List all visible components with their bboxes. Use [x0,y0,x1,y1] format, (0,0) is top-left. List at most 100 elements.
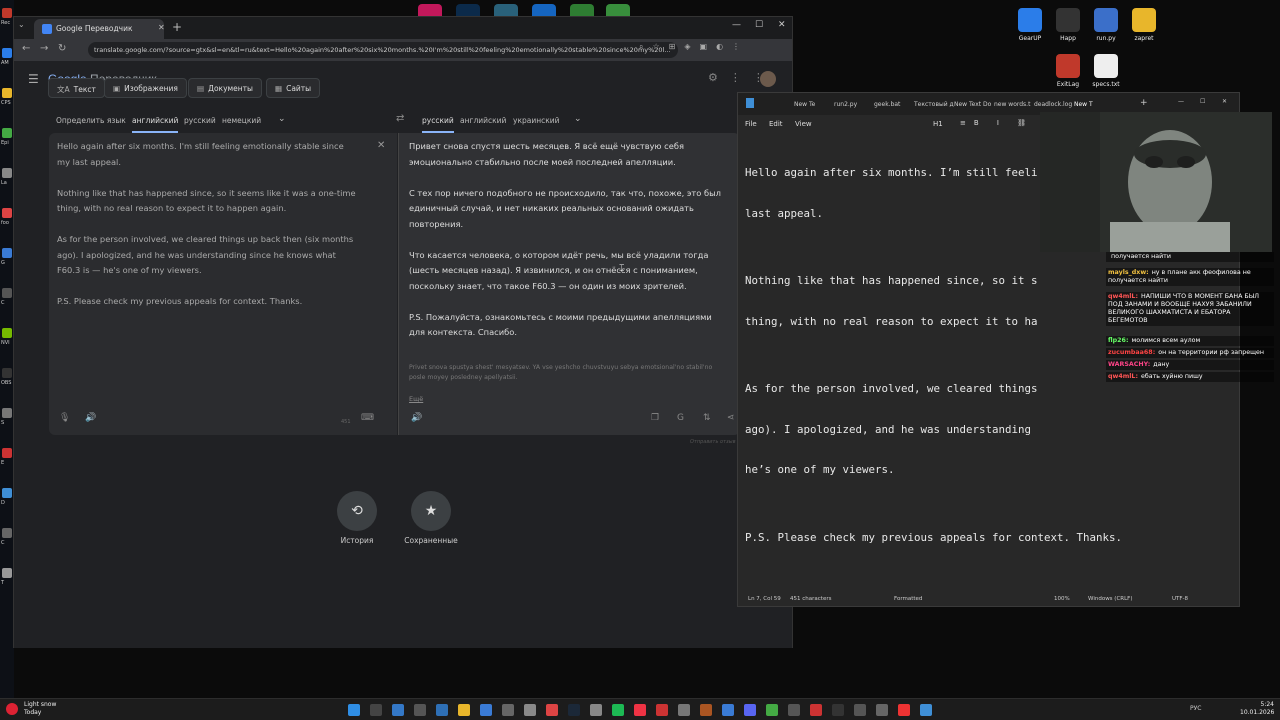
forward-icon[interactable]: → [40,43,48,54]
desktop-shortcut-icon[interactable] [2,88,12,98]
maximize-icon[interactable]: ☐ [755,20,763,30]
app-icon[interactable] [414,704,426,716]
weather-widget[interactable]: Light snow Today [24,701,56,717]
app-icon[interactable] [854,704,866,716]
source-textarea[interactable]: Hello again after six months. I'm still … [49,133,397,435]
app-icon[interactable] [766,704,778,716]
clear-text-icon[interactable]: ✕ [377,140,385,151]
app-icon[interactable] [392,704,404,716]
steam-icon[interactable] [568,704,580,716]
heading-select[interactable]: H1 [933,120,943,128]
chevron-down-icon[interactable]: ⌄ [574,114,582,124]
file-explorer-icon[interactable] [458,704,470,716]
minimize-icon[interactable]: — [732,20,741,30]
avatar[interactable] [760,71,776,87]
address-bar[interactable]: translate.google.com/?source=gtx&sl=en&t… [88,42,678,58]
close-window-icon[interactable]: ✕ [778,20,786,30]
desktop-shortcut-icon[interactable] [2,448,12,458]
speaker-icon[interactable]: 🔊 [411,413,422,423]
desktop-shortcut-icon[interactable] [2,168,12,178]
maximize-icon[interactable]: ☐ [1200,98,1205,105]
toolbar-icons[interactable]: ⌕☆⊞◈▣◐⋮ [639,42,749,52]
notepad-tab[interactable]: New Te [794,101,815,108]
discord-icon[interactable] [744,704,756,716]
desktop-shortcut-icon[interactable] [2,208,12,218]
reload-icon[interactable]: ↻ [58,43,66,54]
microphone-icon[interactable]: 🎙 [59,413,70,423]
target-lang-english[interactable]: английский [460,116,506,125]
new-tab-icon[interactable]: + [1140,98,1148,108]
desktop-shortcut-icon[interactable] [2,288,12,298]
notepad-tab[interactable]: geek.bat [874,101,900,108]
app-icon[interactable] [436,704,448,716]
rate-icon[interactable]: ⇅ [703,413,711,423]
menu-file[interactable]: File [745,120,757,128]
app-icon[interactable] [546,704,558,716]
desktop-shortcut-icon[interactable] [2,408,12,418]
app-icon[interactable] [502,704,514,716]
mode-documents-button[interactable]: ▤ Документы [188,78,262,98]
format-status[interactable]: Formatted [894,596,922,602]
copy-icon[interactable]: ❐ [651,413,659,423]
send-feedback-link[interactable]: Отправить отзыв [690,439,736,445]
chrome-icon[interactable] [634,704,646,716]
notepad-tab[interactable]: New Text Do [954,101,991,108]
back-icon[interactable]: ← [22,43,30,54]
weather-icon[interactable] [6,703,18,715]
target-lang-russian[interactable]: русский [422,116,454,133]
notepad-tab-active[interactable]: New T [1074,101,1093,108]
keyboard-icon[interactable]: ⌨ [361,413,374,423]
desktop-shortcut-icon[interactable] [2,368,12,378]
close-icon[interactable]: ✕ [158,23,165,32]
saved-button[interactable]: ★ [411,491,451,531]
history-button[interactable]: ⟲ [337,491,377,531]
app-icon[interactable] [832,704,844,716]
source-lang-russian[interactable]: русский [184,116,216,125]
notepad-tab[interactable]: run2.py [834,101,857,108]
desktop-shortcut-icon[interactable] [2,48,12,58]
format-toolbar-icons[interactable]: ≡B I ⛓ [960,119,1034,127]
app-icon[interactable] [524,704,536,716]
app-icon[interactable] [480,704,492,716]
app-icon[interactable] [810,704,822,716]
browser-tab[interactable]: Google Переводчик ✕ [34,19,165,39]
swap-languages-icon[interactable]: ⇄ [396,113,404,124]
app-icon[interactable] [722,704,734,716]
target-lang-ukrainian[interactable]: украинский [513,116,560,125]
tab-search-icon[interactable]: ⌄ [18,20,25,29]
app-icon[interactable] [788,704,800,716]
desktop-shortcut-icon[interactable] [2,488,12,498]
notepad-tab[interactable]: new words.t [994,101,1030,108]
desktop-shortcut-icon[interactable] [2,8,12,18]
source-lang-detect[interactable]: Определить язык [56,116,126,125]
notepad-tab[interactable]: Текстовый д [914,101,954,108]
desktop-shortcut-icon[interactable] [2,528,12,538]
notepad-icon[interactable] [920,704,932,716]
mode-text-button[interactable]: 文A Текст [48,78,105,98]
speaker-icon[interactable]: 🔊 [85,413,96,423]
language-indicator[interactable]: РУС [1190,705,1201,712]
app-icon[interactable] [590,704,602,716]
menu-view[interactable]: View [795,120,812,128]
desktop-icon[interactable]: zapret [1116,8,1172,42]
source-lang-english[interactable]: английский [132,116,179,133]
search-icon[interactable] [370,704,382,716]
menu-edit[interactable]: Edit [769,120,783,128]
app-icon[interactable] [678,704,690,716]
new-tab-icon[interactable]: + [172,20,182,34]
desktop-shortcut-icon[interactable] [2,568,12,578]
chevron-down-icon[interactable]: ⌄ [278,114,286,124]
app-icon[interactable] [700,704,712,716]
desktop-shortcut-icon[interactable] [2,328,12,338]
notepad-tab[interactable]: deadlock.log [1034,101,1072,108]
app-icon[interactable] [656,704,668,716]
more-link[interactable]: Ещё [409,395,423,403]
google-icon[interactable]: G [677,413,684,423]
clock[interactable]: 5:24 10.01.2026 [1240,701,1274,717]
start-icon[interactable] [348,704,360,716]
spotify-icon[interactable] [612,704,624,716]
minimize-icon[interactable]: — [1178,98,1184,105]
desktop-shortcut-icon[interactable] [2,128,12,138]
source-lang-german[interactable]: немецкий [222,116,261,125]
yandex-icon[interactable] [898,704,910,716]
